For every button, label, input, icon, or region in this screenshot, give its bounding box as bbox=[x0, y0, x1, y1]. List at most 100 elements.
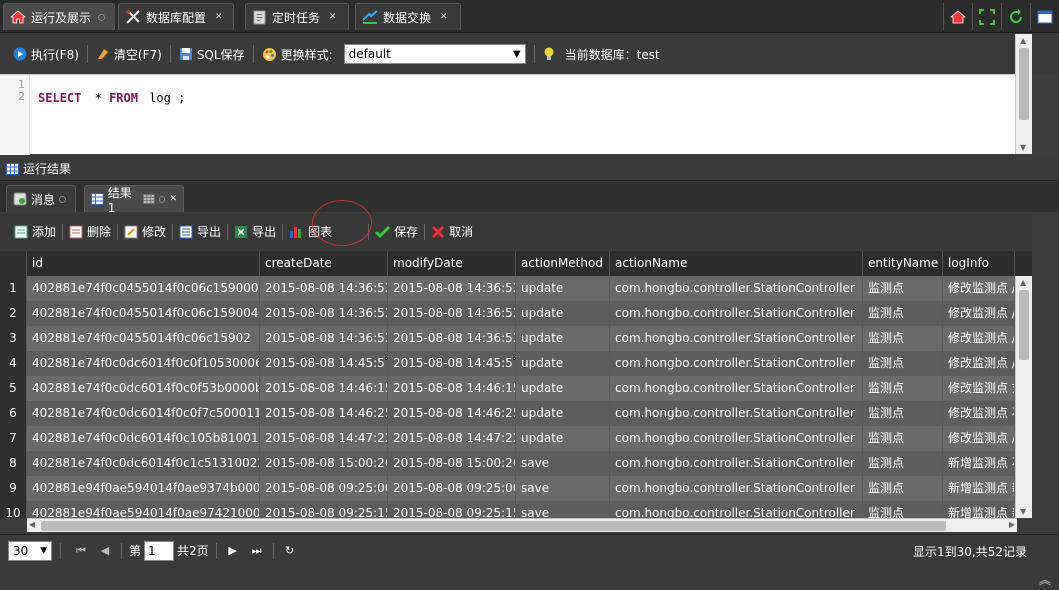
row-number[interactable]: 2 bbox=[0, 301, 27, 326]
export-excel-button[interactable]: 导出 bbox=[228, 223, 282, 240]
table-cell[interactable]: 402881e74f0c0dc6014f0c1c51310022 bbox=[27, 451, 260, 476]
table-cell[interactable]: 监测点 bbox=[863, 326, 943, 351]
table-cell[interactable]: 402881e74f0c0455014f0c06c15902 bbox=[27, 326, 260, 351]
editor-scrollbar[interactable]: ▼ ▲ bbox=[1015, 34, 1032, 154]
close-icon[interactable]: ✕ bbox=[329, 12, 337, 22]
scrollbar-thumb[interactable] bbox=[41, 521, 946, 531]
home-button[interactable] bbox=[943, 3, 972, 30]
delete-button[interactable]: 删除 bbox=[63, 223, 117, 240]
execute-button[interactable]: 执行(F8) bbox=[8, 46, 84, 63]
row-number[interactable]: 10 bbox=[0, 501, 27, 518]
table-cell[interactable]: 402881e74f0c0dc6014f0c105b810019 bbox=[27, 426, 260, 451]
style-select[interactable]: default ▼ bbox=[343, 44, 526, 64]
refresh-button[interactable] bbox=[1001, 3, 1030, 30]
table-cell[interactable]: 修改监测点 / bbox=[943, 301, 1015, 326]
table-cell[interactable]: 2015-08-08 14:46:25 bbox=[260, 401, 388, 426]
row-number[interactable]: 3 bbox=[0, 326, 27, 351]
table-cell[interactable]: 2015-08-08 14:46:25 bbox=[388, 401, 516, 426]
table-cell[interactable]: 监测点 bbox=[863, 476, 943, 501]
prev-page-button[interactable]: ◀ bbox=[93, 544, 117, 557]
next-page-button[interactable]: ▶ bbox=[221, 544, 245, 557]
row-number[interactable]: 4 bbox=[0, 351, 27, 376]
table-cell[interactable]: 402881e74f0c0455014f0c06c159004 bbox=[27, 301, 260, 326]
table-cell[interactable]: com.hongbo.controller.StationController bbox=[610, 426, 863, 451]
export-button[interactable]: 导出 bbox=[173, 223, 227, 240]
table-cell[interactable]: 402881e94f0ae594014f0ae974210005 bbox=[27, 501, 260, 518]
close-icon[interactable]: ✕ bbox=[169, 194, 177, 204]
tab-db-config[interactable]: 数据库配置 ✕ bbox=[118, 3, 234, 30]
table-row[interactable]: 4 402881e74f0c0dc6014f0c0f10530006 2015-08… bbox=[0, 351, 1032, 376]
reload-button[interactable]: ↻ bbox=[278, 544, 302, 557]
tab-data-exchange[interactable]: 数据交换 ✕ bbox=[355, 3, 461, 30]
first-page-button[interactable]: ⏮ bbox=[69, 544, 93, 558]
table-cell[interactable]: com.hongbo.controller.StationController bbox=[610, 351, 863, 376]
close-icon[interactable]: ✕ bbox=[215, 12, 223, 22]
scroll-up-icon[interactable]: ▲ bbox=[1020, 278, 1026, 287]
clear-button[interactable]: 清空(F7) bbox=[91, 46, 167, 63]
table-row[interactable]: 1 402881e74f0c0455014f0c06c1590005 2015-08… bbox=[0, 276, 1032, 301]
table-cell[interactable]: 2015-08-08 14:36:53 bbox=[388, 301, 516, 326]
column-header[interactable]: actionMethod bbox=[516, 251, 610, 276]
table-cell[interactable]: save bbox=[516, 476, 610, 501]
table-cell[interactable]: update bbox=[516, 376, 610, 401]
table-cell[interactable]: 监测点 bbox=[863, 351, 943, 376]
table-row[interactable]: 7 402881e74f0c0dc6014f0c105b810019 2015-08… bbox=[0, 426, 1032, 451]
table-cell[interactable]: com.hongbo.controller.StationController bbox=[610, 276, 863, 301]
table-cell[interactable]: 修改监测点 / bbox=[943, 351, 1015, 376]
table-cell[interactable]: 修改监测点 / bbox=[943, 276, 1015, 301]
table-cell[interactable]: 2015-08-08 09:25:15 bbox=[388, 501, 516, 518]
table-cell[interactable]: 402881e74f0c0dc6014f0c0f10530006 bbox=[27, 351, 260, 376]
table-cell[interactable]: 监测点 bbox=[863, 501, 943, 518]
edit-button[interactable]: 修改 bbox=[118, 223, 172, 240]
row-number[interactable]: 7 bbox=[0, 426, 27, 451]
scroll-right-icon[interactable]: ▶ bbox=[1009, 520, 1015, 529]
sql-save-button[interactable]: SQL保存 bbox=[174, 46, 250, 63]
row-number[interactable]: 6 bbox=[0, 401, 27, 426]
table-cell[interactable]: 新增监测点 石 bbox=[943, 451, 1015, 476]
table-cell[interactable]: update bbox=[516, 401, 610, 426]
fullscreen-button[interactable] bbox=[972, 3, 1001, 30]
table-row[interactable]: 8 402881e74f0c0dc6014f0c1c51310022 2015-08… bbox=[0, 451, 1032, 476]
table-cell[interactable]: update bbox=[516, 301, 610, 326]
tab-pin-icon[interactable] bbox=[98, 13, 106, 21]
table-row[interactable]: 5 402881e74f0c0dc6014f0c0f53b0000b 2015-08… bbox=[0, 376, 1032, 401]
table-row[interactable]: 6 402881e74f0c0dc6014f0c0f7c500011 2015-08… bbox=[0, 401, 1032, 426]
table-cell[interactable]: 2015-08-08 14:36:53 bbox=[260, 326, 388, 351]
row-number[interactable]: 8 bbox=[0, 451, 27, 476]
table-cell[interactable]: 2015-08-08 09:25:00 bbox=[260, 476, 388, 501]
table-cell[interactable]: 2015-08-08 14:46:15 bbox=[388, 376, 516, 401]
column-header[interactable]: logInfo bbox=[943, 251, 1015, 276]
table-cell[interactable]: 新增监测点 新 bbox=[943, 501, 1015, 518]
table-cell[interactable]: 2015-08-08 15:00:26 bbox=[388, 451, 516, 476]
table-cell[interactable]: 修改监测点 / bbox=[943, 326, 1015, 351]
table-cell[interactable]: com.hongbo.controller.StationController bbox=[610, 476, 863, 501]
table-cell[interactable]: 2015-08-08 14:36:53 bbox=[388, 326, 516, 351]
table-cell[interactable]: update bbox=[516, 326, 610, 351]
window-button[interactable] bbox=[1030, 3, 1059, 30]
page-number-input[interactable]: 1 bbox=[144, 540, 175, 561]
page-size-select[interactable]: 30 ▼ bbox=[8, 540, 52, 561]
table-cell[interactable]: save bbox=[516, 501, 610, 518]
table-cell[interactable]: com.hongbo.controller.StationController bbox=[610, 451, 863, 476]
table-cell[interactable]: com.hongbo.controller.StationController bbox=[610, 401, 863, 426]
column-header[interactable]: entityName bbox=[863, 251, 943, 276]
table-cell[interactable]: update bbox=[516, 351, 610, 376]
table-cell[interactable]: 2015-08-08 14:36:53 bbox=[388, 276, 516, 301]
table-horizontal-scrollbar[interactable]: ◀ ▶ bbox=[27, 518, 1017, 532]
table-cell[interactable]: 监测点 bbox=[863, 301, 943, 326]
tab-messages[interactable]: 消息 bbox=[6, 185, 76, 212]
table-cell[interactable]: save bbox=[516, 451, 610, 476]
last-page-button[interactable]: ⏭ bbox=[245, 544, 269, 558]
row-number[interactable]: 9 bbox=[0, 476, 27, 501]
close-icon[interactable]: ✕ bbox=[440, 12, 448, 22]
sql-editor[interactable]: 1 2 SELECT * FROM log ; bbox=[0, 74, 1032, 155]
tab-pin-icon[interactable] bbox=[158, 195, 166, 203]
collapse-up-icon[interactable]: ︽ bbox=[1039, 571, 1051, 588]
tab-run-display[interactable]: 运行及展示 bbox=[3, 3, 115, 30]
table-cell[interactable]: 修改监测点 / bbox=[943, 426, 1015, 451]
tab-result-1[interactable]: 结果1 ✕ bbox=[84, 185, 184, 215]
table-row[interactable]: 10 402881e94f0ae594014f0ae974210005 2015-0… bbox=[0, 501, 1032, 518]
table-cell[interactable]: 2015-08-08 09:25:15 bbox=[260, 501, 388, 518]
table-cell[interactable]: 监测点 bbox=[863, 426, 943, 451]
table-cell[interactable]: 402881e74f0c0dc6014f0c0f53b0000b bbox=[27, 376, 260, 401]
